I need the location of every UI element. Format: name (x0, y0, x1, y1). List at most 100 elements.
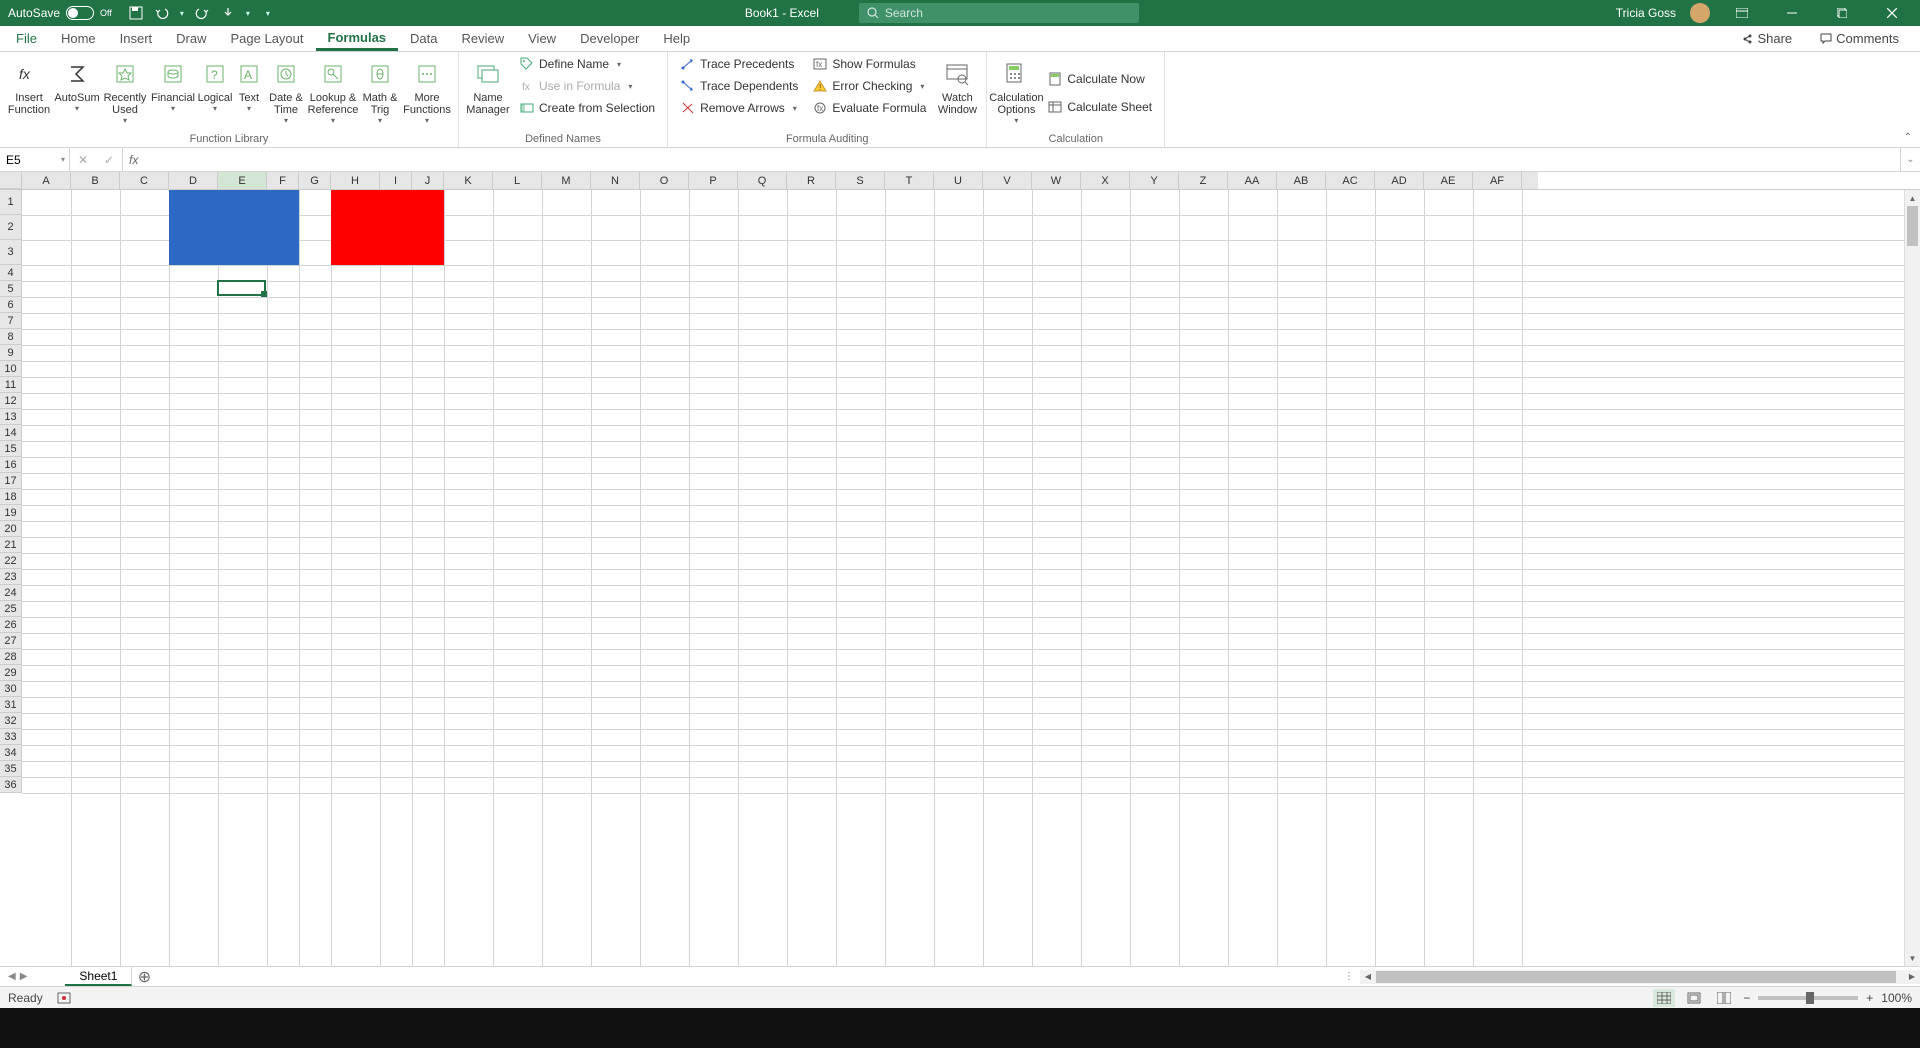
tab-formulas[interactable]: Formulas (316, 26, 399, 51)
row-header-24[interactable]: 24 (0, 585, 22, 601)
qat-customize-icon[interactable]: ▾ (266, 9, 270, 18)
maximize-button[interactable] (1824, 0, 1860, 26)
windows-taskbar[interactable] (0, 1008, 1920, 1048)
create-from-selection-button[interactable]: Create from Selection (513, 98, 661, 118)
row-header-11[interactable]: 11 (0, 377, 22, 393)
tab-draw[interactable]: Draw (164, 26, 218, 51)
col-header-K[interactable]: K (444, 172, 493, 189)
col-header-W[interactable]: W (1032, 172, 1081, 189)
col-header-J[interactable]: J (412, 172, 444, 189)
nav-prev-icon[interactable]: ◀ (8, 971, 16, 982)
touch-dropdown-icon[interactable]: ▾ (246, 9, 250, 18)
row-header-25[interactable]: 25 (0, 601, 22, 617)
row-header-30[interactable]: 30 (0, 681, 22, 697)
calculate-now-button[interactable]: Calculate Now (1041, 69, 1158, 89)
row-header-16[interactable]: 16 (0, 457, 22, 473)
close-button[interactable] (1874, 0, 1910, 26)
user-avatar[interactable] (1690, 3, 1710, 23)
calculation-options-button[interactable]: Calculation Options (993, 54, 1039, 131)
remove-arrows-button[interactable]: Remove Arrows (674, 98, 804, 118)
row-header-9[interactable]: 9 (0, 345, 22, 361)
row-header-15[interactable]: 15 (0, 441, 22, 457)
row-header-8[interactable]: 8 (0, 329, 22, 345)
tab-home[interactable]: Home (49, 26, 108, 51)
row-header-26[interactable]: 26 (0, 617, 22, 633)
col-header-E[interactable]: E (218, 172, 267, 189)
row-header-7[interactable]: 7 (0, 313, 22, 329)
tab-page-layout[interactable]: Page Layout (219, 26, 316, 51)
tab-view[interactable]: View (516, 26, 568, 51)
evaluate-formula-button[interactable]: fx Evaluate Formula (806, 98, 932, 118)
tab-developer[interactable]: Developer (568, 26, 651, 51)
scroll-down-icon[interactable]: ▼ (1905, 950, 1920, 966)
lookup-reference-button[interactable]: Lookup & Reference (308, 54, 358, 131)
col-header-B[interactable]: B (71, 172, 120, 189)
scroll-thumb[interactable] (1907, 206, 1918, 246)
col-header-F[interactable]: F (267, 172, 299, 189)
cancel-icon[interactable]: ✕ (74, 151, 92, 169)
enter-icon[interactable]: ✓ (100, 151, 118, 169)
trace-precedents-button[interactable]: Trace Precedents (674, 54, 804, 74)
toggle-switch[interactable] (66, 6, 94, 20)
show-formulas-button[interactable]: fx Show Formulas (806, 54, 932, 74)
row-header-5[interactable]: 5 (0, 281, 22, 297)
row-header-20[interactable]: 20 (0, 521, 22, 537)
col-header-O[interactable]: O (640, 172, 689, 189)
insert-function-button[interactable]: fx Insert Function (6, 54, 52, 131)
col-header-T[interactable]: T (885, 172, 934, 189)
row-header-17[interactable]: 17 (0, 473, 22, 489)
trace-dependents-button[interactable]: Trace Dependents (674, 76, 804, 96)
autosave-toggle[interactable]: AutoSave Off (0, 6, 120, 20)
row-header-23[interactable]: 23 (0, 569, 22, 585)
cells-area[interactable] (22, 190, 1920, 966)
undo-dropdown-icon[interactable]: ▾ (180, 9, 184, 18)
date-time-button[interactable]: Date & Time (266, 54, 306, 131)
row-header-28[interactable]: 28 (0, 649, 22, 665)
row-header-14[interactable]: 14 (0, 425, 22, 441)
col-header-N[interactable]: N (591, 172, 640, 189)
error-checking-button[interactable]: ! Error Checking (806, 76, 932, 96)
calculate-sheet-button[interactable]: Calculate Sheet (1041, 97, 1158, 117)
col-header-A[interactable]: A (22, 172, 71, 189)
scroll-right-icon[interactable]: ▶ (1904, 972, 1920, 981)
col-header-AA[interactable]: AA (1228, 172, 1277, 189)
col-header-M[interactable]: M (542, 172, 591, 189)
comments-button[interactable]: Comments (1811, 28, 1908, 49)
row-header-13[interactable]: 13 (0, 409, 22, 425)
col-header-L[interactable]: L (493, 172, 542, 189)
tab-insert[interactable]: Insert (108, 26, 165, 51)
col-header-I[interactable]: I (380, 172, 412, 189)
row-header-33[interactable]: 33 (0, 729, 22, 745)
hscroll-thumb[interactable] (1376, 971, 1896, 983)
row-header-34[interactable]: 34 (0, 745, 22, 761)
scroll-up-icon[interactable]: ▲ (1905, 190, 1920, 206)
col-header-AB[interactable]: AB (1277, 172, 1326, 189)
col-header-Q[interactable]: Q (738, 172, 787, 189)
row-header-31[interactable]: 31 (0, 697, 22, 713)
row-header-21[interactable]: 21 (0, 537, 22, 553)
col-header-AF[interactable]: AF (1473, 172, 1522, 189)
recently-used-button[interactable]: Recently Used (102, 54, 148, 131)
minimize-button[interactable] (1774, 0, 1810, 26)
zoom-in-button[interactable]: + (1866, 991, 1873, 1005)
page-layout-view-button[interactable] (1683, 989, 1705, 1007)
tab-file[interactable]: File (4, 26, 49, 51)
text-button[interactable]: A Text (234, 54, 264, 131)
col-header-G[interactable]: G (299, 172, 331, 189)
fx-label[interactable]: fx (123, 148, 144, 171)
define-name-button[interactable]: Define Name (513, 54, 661, 74)
row-header-22[interactable]: 22 (0, 553, 22, 569)
more-functions-button[interactable]: More Functions (402, 54, 452, 131)
col-header-X[interactable]: X (1081, 172, 1130, 189)
scroll-left-icon[interactable]: ◀ (1360, 972, 1376, 981)
watch-window-button[interactable]: Watch Window (934, 54, 980, 131)
row-header-1[interactable]: 1 (0, 190, 22, 215)
row-header-12[interactable]: 12 (0, 393, 22, 409)
tab-review[interactable]: Review (450, 26, 517, 51)
col-header-Z[interactable]: Z (1179, 172, 1228, 189)
col-header-AC[interactable]: AC (1326, 172, 1375, 189)
touch-mode-icon[interactable] (220, 5, 236, 21)
row-header-35[interactable]: 35 (0, 761, 22, 777)
col-header-D[interactable]: D (169, 172, 218, 189)
col-header-V[interactable]: V (983, 172, 1032, 189)
